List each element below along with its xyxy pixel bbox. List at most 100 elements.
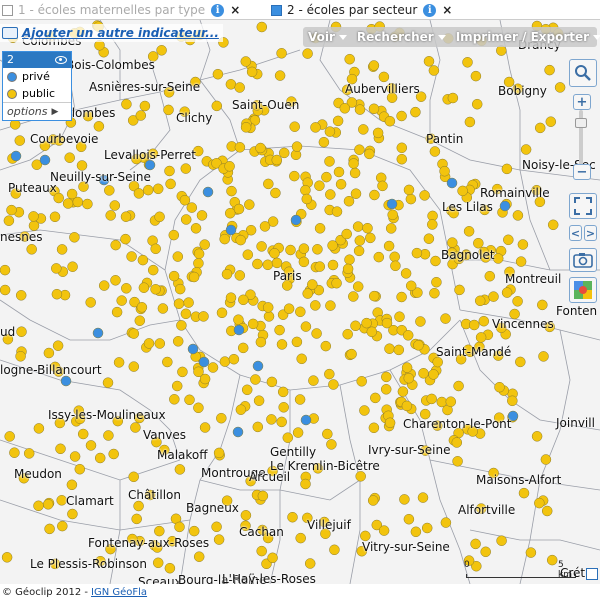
school-marker[interactable] bbox=[454, 284, 465, 296]
school-marker[interactable] bbox=[471, 98, 483, 110]
school-marker[interactable] bbox=[169, 394, 180, 405]
school-marker[interactable] bbox=[271, 257, 283, 269]
school-marker[interactable] bbox=[116, 295, 127, 306]
school-marker[interactable] bbox=[276, 48, 287, 59]
school-marker[interactable] bbox=[447, 92, 459, 104]
school-marker[interactable] bbox=[401, 400, 413, 412]
school-marker[interactable] bbox=[333, 166, 345, 178]
school-marker[interactable] bbox=[494, 381, 505, 393]
school-marker[interactable] bbox=[150, 284, 161, 295]
school-marker[interactable] bbox=[367, 495, 379, 506]
school-marker[interactable] bbox=[152, 183, 164, 195]
school-marker[interactable] bbox=[515, 256, 527, 267]
school-marker[interactable] bbox=[121, 283, 132, 294]
school-marker[interactable] bbox=[503, 234, 514, 246]
school-marker[interactable] bbox=[252, 421, 264, 433]
school-marker[interactable] bbox=[538, 351, 549, 362]
school-marker[interactable] bbox=[399, 494, 410, 505]
school-marker[interactable] bbox=[324, 126, 336, 137]
school-marker[interactable] bbox=[515, 356, 526, 368]
school-marker[interactable] bbox=[187, 343, 199, 355]
school-marker[interactable] bbox=[295, 532, 306, 544]
school-marker[interactable] bbox=[168, 270, 180, 282]
school-marker[interactable] bbox=[172, 336, 184, 347]
school-marker[interactable] bbox=[180, 163, 192, 174]
school-marker[interactable] bbox=[405, 280, 417, 292]
school-marker[interactable] bbox=[389, 251, 400, 263]
school-marker[interactable] bbox=[326, 439, 337, 450]
school-marker[interactable] bbox=[339, 103, 351, 114]
school-marker[interactable] bbox=[352, 221, 364, 232]
school-marker[interactable] bbox=[253, 395, 265, 406]
school-marker[interactable] bbox=[403, 513, 415, 525]
school-marker[interactable] bbox=[271, 154, 283, 166]
school-marker[interactable] bbox=[545, 116, 557, 127]
school-marker[interactable] bbox=[322, 428, 333, 440]
school-marker[interactable] bbox=[165, 178, 176, 190]
school-marker[interactable] bbox=[233, 324, 245, 336]
school-marker[interactable] bbox=[423, 56, 435, 67]
school-marker[interactable] bbox=[518, 487, 530, 499]
school-marker[interactable] bbox=[241, 384, 253, 396]
school-marker[interactable] bbox=[380, 384, 392, 395]
school-marker[interactable] bbox=[361, 317, 372, 329]
school-marker[interactable] bbox=[358, 124, 369, 135]
school-marker[interactable] bbox=[359, 405, 370, 416]
school-marker[interactable] bbox=[277, 386, 289, 398]
rechercher-menu-button[interactable]: Rechercher bbox=[352, 30, 451, 44]
school-marker[interactable] bbox=[85, 440, 97, 451]
school-marker[interactable] bbox=[276, 416, 287, 428]
tab-ecoles-maternelles[interactable]: 1 - écoles maternelles par type i × bbox=[2, 2, 240, 18]
school-marker[interactable] bbox=[373, 251, 385, 263]
school-marker[interactable] bbox=[98, 280, 110, 291]
zoom-out-button[interactable]: − bbox=[573, 164, 591, 180]
school-marker[interactable] bbox=[393, 344, 405, 356]
school-marker[interactable] bbox=[216, 412, 227, 424]
school-marker[interactable] bbox=[104, 185, 115, 196]
snapshot-button[interactable] bbox=[569, 248, 597, 272]
school-marker[interactable] bbox=[224, 207, 236, 219]
school-marker[interactable] bbox=[488, 291, 499, 302]
school-marker[interactable] bbox=[291, 336, 303, 348]
school-marker[interactable] bbox=[285, 244, 296, 256]
school-marker[interactable] bbox=[154, 338, 166, 349]
school-marker[interactable] bbox=[256, 545, 267, 557]
school-marker[interactable] bbox=[130, 422, 141, 433]
school-marker[interactable] bbox=[473, 237, 484, 249]
school-marker[interactable] bbox=[4, 431, 15, 442]
school-marker[interactable] bbox=[93, 121, 105, 132]
fullscreen-button[interactable] bbox=[569, 193, 597, 219]
school-marker[interactable] bbox=[120, 211, 132, 222]
school-marker[interactable] bbox=[304, 558, 316, 569]
school-marker[interactable] bbox=[173, 298, 185, 309]
school-marker[interactable] bbox=[298, 243, 310, 254]
school-marker[interactable] bbox=[44, 523, 55, 535]
school-marker[interactable] bbox=[183, 297, 194, 308]
school-marker[interactable] bbox=[188, 525, 200, 537]
school-marker[interactable] bbox=[180, 214, 192, 225]
school-marker[interactable] bbox=[397, 386, 409, 397]
school-marker[interactable] bbox=[318, 136, 330, 148]
school-marker[interactable] bbox=[512, 210, 524, 221]
school-marker[interactable] bbox=[62, 198, 74, 209]
school-marker[interactable] bbox=[111, 306, 123, 318]
school-marker[interactable] bbox=[74, 463, 86, 475]
school-marker[interactable] bbox=[270, 187, 281, 199]
school-marker[interactable] bbox=[143, 338, 155, 349]
school-marker[interactable] bbox=[378, 71, 390, 83]
school-marker[interactable] bbox=[344, 53, 355, 65]
zoom-in-button[interactable]: + bbox=[573, 94, 591, 110]
school-marker[interactable] bbox=[464, 116, 476, 128]
school-marker[interactable] bbox=[537, 299, 548, 311]
school-marker[interactable] bbox=[298, 256, 310, 268]
school-marker[interactable] bbox=[108, 448, 119, 460]
school-marker[interactable] bbox=[342, 263, 354, 275]
school-marker[interactable] bbox=[126, 251, 137, 262]
school-marker[interactable] bbox=[423, 233, 435, 244]
school-marker[interactable] bbox=[401, 362, 413, 373]
school-marker[interactable] bbox=[221, 268, 233, 280]
school-marker[interactable] bbox=[478, 315, 490, 327]
school-marker[interactable] bbox=[255, 336, 267, 348]
school-marker[interactable] bbox=[1, 552, 13, 563]
school-marker[interactable] bbox=[193, 366, 204, 378]
